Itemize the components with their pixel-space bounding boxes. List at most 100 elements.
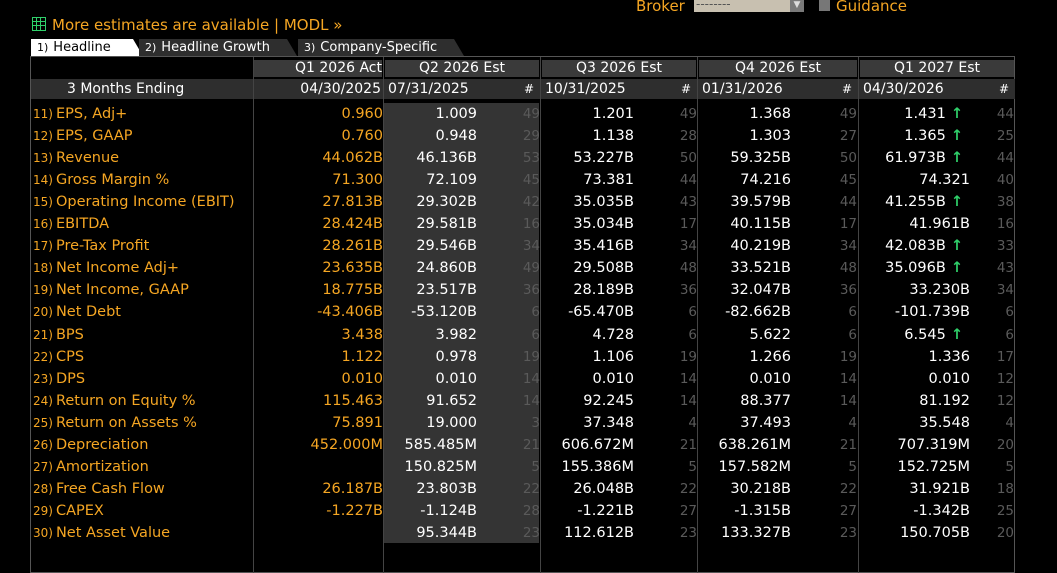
q4-estimate[interactable]: 638.261M <box>719 434 791 456</box>
q4-estimate[interactable]: 32.047B <box>730 279 791 301</box>
q5-estimate[interactable]: 42.083B <box>885 235 963 257</box>
table-row[interactable]: 11) EPS, Adj+ 0.960 1.009 49 1.201 49 1.3… <box>31 103 1015 125</box>
row-label[interactable]: 12) EPS, GAAP <box>33 125 133 147</box>
q4-estimate[interactable]: -82.662B <box>725 301 791 323</box>
q3-estimate[interactable]: 1.138 <box>592 125 634 147</box>
q2-estimate[interactable]: 46.136B <box>416 147 477 169</box>
q4-estimate[interactable]: 33.521B <box>730 257 791 279</box>
q2-estimate[interactable]: 23.517B <box>416 279 477 301</box>
q3-estimate[interactable]: 4.728 <box>592 324 634 346</box>
q5-estimate[interactable]: 6.545 <box>904 324 963 346</box>
table-row[interactable]: 16) EBITDA 28.424B 29.581B 16 35.034B 17 … <box>31 213 1015 235</box>
q4-estimate[interactable]: 88.377 <box>740 390 791 412</box>
q3-estimate[interactable]: 29.508B <box>573 257 634 279</box>
q3-estimate[interactable]: 37.348 <box>583 412 634 434</box>
row-label[interactable]: 25) Return on Assets % <box>33 412 197 434</box>
q3-estimate[interactable]: 35.416B <box>573 235 634 257</box>
q2-estimate[interactable]: 24.860B <box>416 257 477 279</box>
table-row[interactable]: 28) Free Cash Flow 26.187B 23.803B 22 26.… <box>31 478 1015 500</box>
table-row[interactable]: 30) Net Asset Value 95.344B 23 112.612B 2… <box>31 522 1015 544</box>
table-row[interactable]: 14) Gross Margin % 71.300 72.109 45 73.38… <box>31 169 1015 191</box>
row-label[interactable]: 24) Return on Equity % <box>33 390 196 412</box>
q3-estimate[interactable]: 1.201 <box>592 103 634 125</box>
q4-estimate[interactable]: 74.216 <box>740 169 791 191</box>
q4-estimate[interactable]: 40.219B <box>730 235 791 257</box>
q4-estimate[interactable]: 30.218B <box>730 478 791 500</box>
table-row[interactable]: 13) Revenue 44.062B 46.136B 53 53.227B 50… <box>31 147 1015 169</box>
q4-estimate[interactable]: 157.582M <box>719 456 791 478</box>
q5-estimate[interactable]: 35.096B <box>885 257 963 279</box>
q2-estimate[interactable]: 150.825M <box>405 456 477 478</box>
row-label[interactable]: 20) Net Debt <box>33 301 121 323</box>
q2-estimate[interactable]: 91.652 <box>426 390 477 412</box>
tab-company-specific[interactable]: 3) Company-Specific <box>298 39 464 56</box>
q5-estimate[interactable]: 707.319M <box>898 434 970 456</box>
q4-estimate[interactable]: 133.327B <box>721 522 791 544</box>
table-row[interactable]: 20) Net Debt -43.406B -53.120B 6 -65.470B… <box>31 301 1015 323</box>
q2-estimate[interactable]: 3.982 <box>435 324 477 346</box>
row-label[interactable]: 18) Net Income Adj+ <box>33 257 179 279</box>
table-row[interactable]: 17) Pre-Tax Profit 28.261B 29.546B 34 35.… <box>31 235 1015 257</box>
row-label[interactable]: 14) Gross Margin % <box>33 169 169 191</box>
q5-estimate[interactable]: 35.548 <box>919 412 970 434</box>
q5-estimate[interactable]: -1.342B <box>913 500 970 522</box>
q5-estimate[interactable]: 74.321 <box>919 169 970 191</box>
column-title-q3[interactable]: Q3 2026 Est <box>542 60 696 77</box>
row-label[interactable]: 17) Pre-Tax Profit <box>33 235 149 257</box>
table-row[interactable]: 27) Amortization 150.825M 5 155.386M 5 15… <box>31 456 1015 478</box>
q5-estimate[interactable]: 1.336 <box>928 346 970 368</box>
table-row[interactable]: 24) Return on Equity % 115.463 91.652 14 … <box>31 390 1015 412</box>
q5-estimate[interactable]: 150.705B <box>900 522 970 544</box>
q5-estimate[interactable]: 152.725M <box>898 456 970 478</box>
q2-estimate[interactable]: 29.546B <box>416 235 477 257</box>
q5-estimate[interactable]: 1.431 <box>904 103 963 125</box>
column-title-q2[interactable]: Q2 2026 Est <box>385 60 539 77</box>
q3-estimate[interactable]: 0.010 <box>592 368 634 390</box>
q3-estimate[interactable]: 1.106 <box>592 346 634 368</box>
q3-estimate[interactable]: 53.227B <box>573 147 634 169</box>
q4-estimate[interactable]: 5.622 <box>749 324 791 346</box>
row-label[interactable]: 30) Net Asset Value <box>33 522 170 544</box>
q5-estimate[interactable]: 81.192 <box>919 390 970 412</box>
row-label[interactable]: 22) CPS <box>33 346 84 368</box>
row-label[interactable]: 19) Net Income, GAAP <box>33 279 189 301</box>
table-row[interactable]: 29) CAPEX -1.227B -1.124B 28 -1.221B 27 -… <box>31 500 1015 522</box>
row-label[interactable]: 13) Revenue <box>33 147 119 169</box>
row-label[interactable]: 23) DPS <box>33 368 85 390</box>
q2-estimate[interactable]: 95.344B <box>416 522 477 544</box>
q4-estimate[interactable]: 39.579B <box>730 191 791 213</box>
q5-estimate[interactable]: 33.230B <box>909 279 970 301</box>
q3-estimate[interactable]: 35.035B <box>573 191 634 213</box>
column-title-q5[interactable]: Q1 2027 Est <box>860 60 1014 77</box>
chevron-down-icon[interactable]: ▼ <box>790 0 804 12</box>
q2-estimate[interactable]: 72.109 <box>426 169 477 191</box>
q4-estimate[interactable]: -1.315B <box>734 500 791 522</box>
row-label[interactable]: 21) BPS <box>33 324 84 346</box>
q3-estimate[interactable]: 26.048B <box>573 478 634 500</box>
q2-estimate[interactable]: 23.803B <box>416 478 477 500</box>
q2-estimate[interactable]: 0.978 <box>435 346 477 368</box>
q5-estimate[interactable]: 0.010 <box>928 368 970 390</box>
q3-estimate[interactable]: 73.381 <box>583 169 634 191</box>
tab-headline[interactable]: 1) Headline <box>31 39 143 56</box>
table-row[interactable]: 21) BPS 3.438 3.982 6 4.728 6 5.622 6 6.5… <box>31 324 1015 346</box>
q3-estimate[interactable]: 92.245 <box>583 390 634 412</box>
column-title-q4[interactable]: Q4 2026 Est <box>699 60 857 77</box>
table-row[interactable]: 23) DPS 0.010 0.010 14 0.010 14 0.010 14 … <box>31 368 1015 390</box>
table-row[interactable]: 26) Depreciation 452.000M 585.485M 21 606… <box>31 434 1015 456</box>
guidance-checkbox[interactable] <box>819 0 830 11</box>
q2-estimate[interactable]: 1.009 <box>435 103 477 125</box>
table-row[interactable]: 18) Net Income Adj+ 23.635B 24.860B 49 29… <box>31 257 1015 279</box>
q3-estimate[interactable]: -65.470B <box>568 301 634 323</box>
q5-estimate[interactable]: 31.921B <box>909 478 970 500</box>
q5-estimate[interactable]: 1.365 <box>904 125 963 147</box>
q4-estimate[interactable]: 0.010 <box>749 368 791 390</box>
q4-estimate[interactable]: 40.115B <box>730 213 791 235</box>
row-label[interactable]: 29) CAPEX <box>33 500 104 522</box>
q4-estimate[interactable]: 37.493 <box>740 412 791 434</box>
table-row[interactable]: 15) Operating Income (EBIT) 27.813B 29.30… <box>31 191 1015 213</box>
row-label[interactable]: 11) EPS, Adj+ <box>33 103 127 125</box>
row-label[interactable]: 27) Amortization <box>33 456 149 478</box>
q4-estimate[interactable]: 59.325B <box>730 147 791 169</box>
q3-estimate[interactable]: 606.672M <box>562 434 634 456</box>
